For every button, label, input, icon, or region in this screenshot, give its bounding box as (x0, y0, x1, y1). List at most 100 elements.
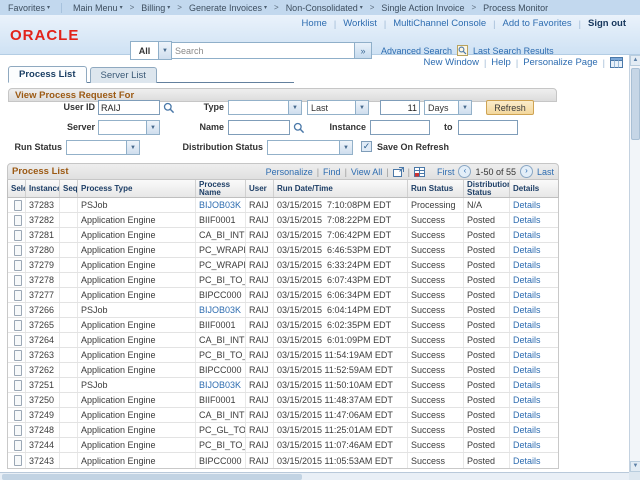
row-select-checkbox[interactable] (14, 455, 22, 466)
row-select-checkbox[interactable] (14, 350, 22, 361)
process-name-value[interactable]: PC_BI_TO_PC (199, 350, 246, 360)
row-select-checkbox[interactable] (14, 200, 22, 211)
user-id-input[interactable] (98, 100, 160, 115)
chevron-down-icon[interactable]: ▾ (167, 4, 170, 11)
http-window-icon[interactable] (610, 57, 623, 68)
horizontal-scrollbar-thumb[interactable] (2, 474, 302, 480)
row-select-checkbox[interactable] (14, 335, 22, 346)
pager-first-link[interactable]: First (437, 167, 455, 177)
process-name-value[interactable]: BIJOB03K (199, 305, 241, 315)
breadcrumb-main-menu[interactable]: Main Menu ▾ (73, 3, 123, 13)
process-name-value[interactable]: PC_WRAPPER (199, 245, 246, 255)
details-link[interactable]: Details (513, 275, 541, 285)
search-scope-select[interactable]: All ▼ (130, 41, 172, 60)
chevron-down-icon[interactable]: ▾ (120, 4, 123, 11)
breadcrumb-non-consolidated[interactable]: Non-Consolidated ▾ (286, 3, 363, 13)
name-input[interactable] (228, 120, 290, 135)
details-link[interactable]: Details (513, 440, 541, 450)
process-name-value[interactable]: PC_GL_TO_PC (199, 425, 246, 435)
chevron-down-icon[interactable]: ▼ (458, 101, 471, 114)
col-header-process-type[interactable]: Process Type (78, 180, 196, 197)
scroll-down-icon[interactable]: ▼ (630, 461, 640, 472)
col-header-select[interactable]: Select (8, 180, 26, 197)
details-link[interactable]: Details (513, 380, 541, 390)
pager-next-icon[interactable]: › (520, 165, 533, 178)
breadcrumb-favorites[interactable]: Favorites ▾ (8, 3, 50, 13)
instance-from-input[interactable] (370, 120, 430, 135)
pager-prev-icon[interactable]: ‹ (458, 165, 471, 178)
row-select-checkbox[interactable] (14, 320, 22, 331)
chevron-down-icon[interactable]: ▼ (339, 141, 352, 154)
process-name-value[interactable]: CA_BI_INTFC (199, 335, 246, 345)
details-link[interactable]: Details (513, 365, 541, 375)
col-header-process-name[interactable]: Process Name (196, 180, 246, 197)
details-link[interactable]: Details (513, 230, 541, 240)
personalize-link[interactable]: Personalize (266, 167, 313, 177)
worklist-link[interactable]: Worklist (343, 18, 377, 29)
chevron-down-icon[interactable]: ▼ (158, 42, 171, 59)
find-link[interactable]: Find (323, 167, 341, 177)
process-name-value[interactable]: BIPCC000 (199, 365, 242, 375)
col-header-instance[interactable]: Instance (26, 180, 60, 197)
personalize-page-link[interactable]: Personalize Page (523, 57, 597, 68)
details-link[interactable]: Details (513, 245, 541, 255)
row-select-checkbox[interactable] (14, 260, 22, 271)
details-link[interactable]: Details (513, 335, 541, 345)
col-header-seq[interactable]: Seq. (60, 180, 78, 197)
distribution-status-select[interactable]: ▼ (267, 140, 353, 155)
vertical-scrollbar[interactable]: ▲ ▼ (629, 55, 640, 472)
process-name-value[interactable]: BIJOB03K (199, 380, 241, 390)
help-link[interactable]: Help (491, 57, 511, 68)
row-select-checkbox[interactable] (14, 230, 22, 241)
chevron-down-icon[interactable]: ▼ (146, 121, 159, 134)
details-link[interactable]: Details (513, 305, 541, 315)
chevron-down-icon[interactable]: ▾ (360, 4, 363, 11)
process-name-value[interactable]: CA_BI_INTFC (199, 410, 246, 420)
run-status-select[interactable]: ▼ (66, 140, 140, 155)
details-link[interactable]: Details (513, 456, 541, 466)
user-id-lookup-icon[interactable] (163, 101, 175, 113)
details-link[interactable]: Details (513, 215, 541, 225)
row-select-checkbox[interactable] (14, 365, 22, 376)
new-window-link[interactable]: New Window (424, 57, 479, 68)
details-link[interactable]: Details (513, 395, 541, 405)
download-spreadsheet-icon[interactable] (414, 167, 425, 177)
col-header-run-datetime[interactable]: Run Date/Time (274, 180, 408, 197)
breadcrumb-billing[interactable]: Billing ▾ (141, 3, 170, 13)
col-header-user[interactable]: User (246, 180, 274, 197)
search-input[interactable] (172, 42, 355, 59)
row-select-checkbox[interactable] (14, 275, 22, 286)
process-name-value[interactable]: PC_BI_TO_PC (199, 440, 246, 450)
details-link[interactable]: Details (513, 290, 541, 300)
row-select-checkbox[interactable] (14, 425, 22, 436)
col-header-distribution-status[interactable]: Distribution Status (464, 180, 510, 197)
zoom-grid-icon[interactable] (393, 167, 404, 177)
chevron-down-icon[interactable]: ▼ (355, 101, 368, 114)
col-header-run-status[interactable]: Run Status (408, 180, 464, 197)
row-select-checkbox[interactable] (14, 410, 22, 421)
chevron-down-icon[interactable]: ▾ (264, 4, 267, 11)
chevron-down-icon[interactable]: ▾ (47, 4, 50, 11)
process-name-value[interactable]: BIIF0001 (199, 320, 236, 330)
tab-process-list[interactable]: Process List (8, 66, 87, 83)
process-name-value[interactable]: BIJOB03K (199, 200, 241, 210)
chevron-down-icon[interactable]: ▼ (126, 141, 139, 154)
details-link[interactable]: Details (513, 200, 541, 210)
refresh-button[interactable]: Refresh (486, 100, 534, 115)
details-link[interactable]: Details (513, 320, 541, 330)
advanced-search-link[interactable]: Advanced Search (381, 46, 452, 56)
process-name-value[interactable]: BIIF0001 (199, 395, 236, 405)
scroll-up-icon[interactable]: ▲ (630, 55, 640, 66)
last-select[interactable]: Last ▼ (307, 100, 369, 115)
server-select[interactable]: ▼ (98, 120, 160, 135)
row-select-checkbox[interactable] (14, 380, 22, 391)
type-select[interactable]: ▼ (228, 100, 302, 115)
row-select-checkbox[interactable] (14, 290, 22, 301)
process-name-value[interactable]: BIPCC000 (199, 290, 242, 300)
home-link[interactable]: Home (302, 18, 327, 29)
col-header-details[interactable]: Details (510, 180, 560, 197)
row-select-checkbox[interactable] (14, 395, 22, 406)
details-link[interactable]: Details (513, 410, 541, 420)
process-name-value[interactable]: BIIF0001 (199, 215, 236, 225)
vertical-scrollbar-thumb[interactable] (631, 68, 640, 140)
